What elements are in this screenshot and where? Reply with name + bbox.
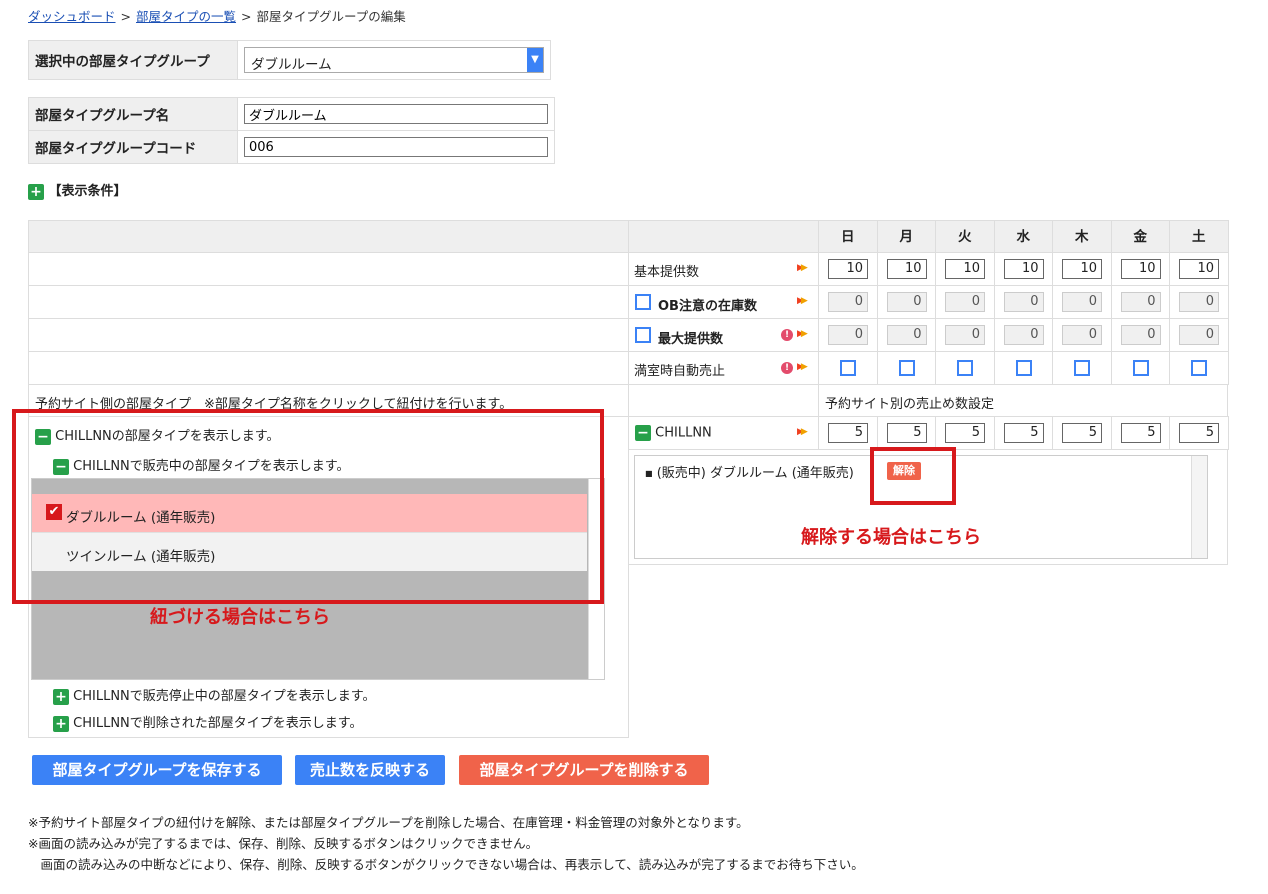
tree-show-stopped[interactable]: + CHILLNNで販売停止中の部屋タイプを表示します。 [53, 685, 375, 705]
day-header: 水 [993, 220, 1053, 253]
day-header: 日 [818, 220, 878, 253]
expand-icon: + [53, 688, 69, 705]
link-annotation-text: 紐づける場合はこちら [150, 607, 330, 628]
breadcrumb-current: 部屋タイプグループの編集 [256, 9, 406, 24]
day-header: 木 [1052, 220, 1112, 253]
row-max-label: 最大提供数 [658, 332, 724, 347]
row-max-label-cell: 最大提供数 ! ▶▶ [628, 318, 819, 352]
scrollbar[interactable] [1191, 456, 1207, 558]
row-max-input[interactable]: 0 [828, 325, 868, 345]
row-ob-input[interactable]: 0 [1120, 292, 1161, 312]
link-annotation-box [12, 409, 604, 604]
chillnn-stop-input[interactable]: 5 [1003, 423, 1044, 443]
warning-icon: ! [781, 362, 793, 374]
expand-icon: + [28, 183, 44, 200]
group-name-input[interactable] [244, 104, 548, 124]
row-max-input[interactable]: 0 [1179, 325, 1219, 345]
group-code-label: 部屋タイプグループコード [28, 130, 238, 164]
day-header: 土 [1169, 220, 1229, 253]
row-base-input[interactable]: 10 [828, 259, 868, 279]
chillnn-stop-input[interactable]: 5 [828, 423, 868, 443]
group-name-label: 部屋タイプグループ名 [28, 97, 238, 131]
chillnn-toggle[interactable]: − CHILLNN [635, 425, 712, 441]
auto-stop-checkbox[interactable] [957, 360, 973, 376]
delete-group-button[interactable]: 部屋タイプグループを削除する [459, 755, 709, 785]
breadcrumb-room-types-link[interactable]: 部屋タイプの一覧 [136, 9, 236, 24]
row-ob-label-cell: OB注意の在庫数 ▶▶ [628, 285, 819, 319]
row-max-input[interactable]: 0 [1062, 325, 1102, 345]
row-ob-label: OB注意の在庫数 [658, 299, 757, 314]
row-base-input[interactable]: 10 [1120, 259, 1161, 279]
row-base-input[interactable]: 10 [1003, 259, 1044, 279]
copy-arrow-icon[interactable]: ▶▶ [797, 427, 808, 437]
row-base-input[interactable]: 10 [1179, 259, 1219, 279]
row-base-input[interactable]: 10 [945, 259, 985, 279]
row-ob-input[interactable]: 0 [828, 292, 868, 312]
chillnn-stop-input[interactable]: 5 [1120, 423, 1161, 443]
tree-show-deleted[interactable]: + CHILLNNで削除された部屋タイプを表示します。 [53, 712, 362, 732]
group-form-table: 部屋タイプグループ名 部屋タイプグループコード [28, 97, 555, 164]
copy-arrow-icon[interactable]: ▶▶ [797, 296, 808, 306]
display-conditions-toggle[interactable]: + 【表示条件】 [28, 180, 127, 200]
linked-item: ■ (販売中) ダブルルーム (通年販売) [645, 466, 854, 481]
copy-arrow-icon[interactable]: ▶▶ [797, 329, 808, 339]
row-base-label-cell: 基本提供数 ▶▶ [628, 252, 819, 286]
note-1: ※予約サイト部屋タイプの紐付けを解除、または部屋タイプグループを削除した場合、在… [28, 815, 749, 830]
copy-arrow-icon[interactable]: ▶▶ [797, 263, 808, 273]
selected-group-label: 選択中の部屋タイプグループ [28, 40, 238, 80]
day-header: 月 [876, 220, 936, 253]
max-checkbox[interactable] [635, 327, 651, 343]
note-3: 画面の読み込みの中断などにより、保存、削除、反映するボタンがクリックできない場合… [28, 857, 864, 872]
chillnn-stop-input[interactable]: 5 [1179, 423, 1219, 443]
auto-stop-checkbox[interactable] [1074, 360, 1090, 376]
expand-icon: + [53, 715, 69, 732]
row-ob-input[interactable]: 0 [886, 292, 927, 312]
row-ob-input[interactable]: 0 [1062, 292, 1102, 312]
row-base-input[interactable]: 10 [1062, 259, 1102, 279]
row-ob-input[interactable]: 0 [1003, 292, 1044, 312]
row-ob-input[interactable]: 0 [1179, 292, 1219, 312]
note-2: ※画面の読み込みが完了するまでは、保存、削除、反映するボタンはクリックできません… [28, 836, 539, 851]
day-header: 金 [1110, 220, 1170, 253]
chevron-down-icon: ▼ [527, 48, 543, 72]
unlink-annotation-box [870, 447, 956, 505]
chillnn-stop-input[interactable]: 5 [945, 423, 985, 443]
ob-checkbox[interactable] [635, 294, 651, 310]
group-select[interactable]: ダブルルーム ▼ [244, 47, 544, 73]
group-code-input[interactable] [244, 137, 548, 157]
chillnn-stop-input[interactable]: 5 [886, 423, 927, 443]
collapse-icon: − [635, 425, 651, 441]
row-ob-input[interactable]: 0 [945, 292, 985, 312]
selected-group-table: 選択中の部屋タイプグループ ダブルルーム ▼ [28, 40, 551, 80]
row-auto-label: 満室時自動売止 [634, 364, 726, 379]
auto-stop-checkbox[interactable] [1015, 360, 1032, 376]
warning-icon: ! [781, 329, 793, 341]
auto-stop-checkbox[interactable] [840, 360, 856, 376]
unlink-annotation-text: 解除する場合はこちら [801, 527, 981, 548]
chillnn-label-cell: − CHILLNN ▶▶ [628, 416, 819, 450]
row-base-input[interactable]: 10 [886, 259, 927, 279]
row-auto-label-cell: 満室時自動売止 ! ▶▶ [628, 351, 819, 385]
breadcrumb: ダッシュボード > 部屋タイプの一覧 > 部屋タイプグループの編集 [28, 9, 406, 24]
row-max-input[interactable]: 0 [886, 325, 927, 345]
save-group-button[interactable]: 部屋タイプグループを保存する [32, 755, 282, 785]
copy-arrow-icon[interactable]: ▶▶ [797, 362, 808, 372]
reflect-stop-button[interactable]: 売止数を反映する [295, 755, 445, 785]
auto-stop-checkbox[interactable] [1191, 360, 1207, 376]
chillnn-stop-input[interactable]: 5 [1062, 423, 1102, 443]
breadcrumb-dashboard-link[interactable]: ダッシュボード [28, 9, 116, 24]
row-base-label: 基本提供数 [634, 265, 700, 280]
row-max-input[interactable]: 0 [1120, 325, 1161, 345]
row-max-input[interactable]: 0 [945, 325, 985, 345]
row-max-input[interactable]: 0 [1003, 325, 1044, 345]
stop-setting-label: 予約サイト別の売止め数設定 [825, 397, 995, 412]
auto-stop-checkbox[interactable] [898, 360, 915, 376]
day-header: 火 [935, 220, 995, 253]
auto-stop-checkbox[interactable] [1132, 360, 1149, 376]
